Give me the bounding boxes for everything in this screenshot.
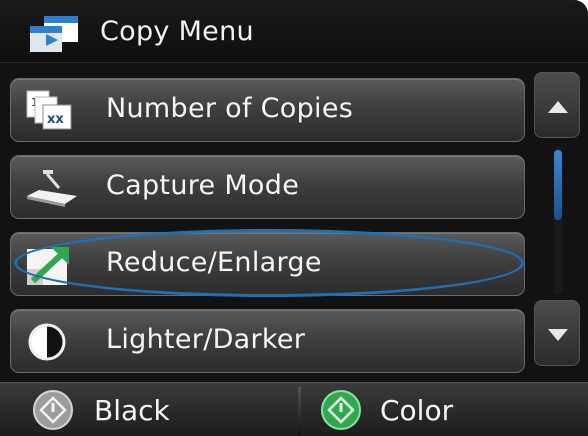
menu-item-label: Number of Copies	[106, 93, 354, 124]
menu-item-number-of-copies[interactable]: 1 xx Number of Copies	[10, 78, 525, 142]
menu-item-label: Lighter/Darker	[106, 324, 306, 355]
menu-item-label: Reduce/Enlarge	[106, 247, 322, 278]
number-of-copies-icon: 1 xx	[26, 90, 72, 130]
divider	[298, 387, 301, 436]
start-black-label: Black	[94, 394, 170, 427]
start-color-button[interactable]: Color	[302, 383, 588, 436]
start-icon	[321, 390, 361, 430]
reduce-enlarge-icon	[27, 247, 69, 285]
capture-mode-icon	[27, 170, 77, 207]
copy-menu-icon	[30, 16, 78, 52]
start-black-button[interactable]: Black	[0, 383, 298, 436]
menu-item-reduce-enlarge[interactable]: Reduce/Enlarge	[10, 232, 525, 296]
page-title: Copy Menu	[100, 16, 254, 47]
arrow-down-icon	[548, 329, 568, 341]
scroll-up-button[interactable]	[534, 72, 580, 138]
menu-item-capture-mode[interactable]: Capture Mode	[10, 155, 525, 219]
scroll-down-button[interactable]	[534, 300, 580, 366]
title-bar: Copy Menu	[0, 0, 588, 63]
start-icon	[33, 390, 73, 430]
copy-menu-screen: Copy Menu 1 xx Number of Copies Capture …	[0, 0, 588, 436]
arrow-up-icon	[548, 101, 568, 113]
start-bar: Black Color	[0, 382, 588, 436]
menu-item-label: Capture Mode	[106, 170, 300, 201]
svg-text:xx: xx	[47, 112, 64, 127]
lighter-darker-icon	[28, 323, 66, 361]
start-color-label: Color	[380, 394, 454, 427]
menu-item-lighter-darker[interactable]: Lighter/Darker	[10, 309, 525, 373]
scrollbar-thumb[interactable]	[554, 150, 562, 220]
